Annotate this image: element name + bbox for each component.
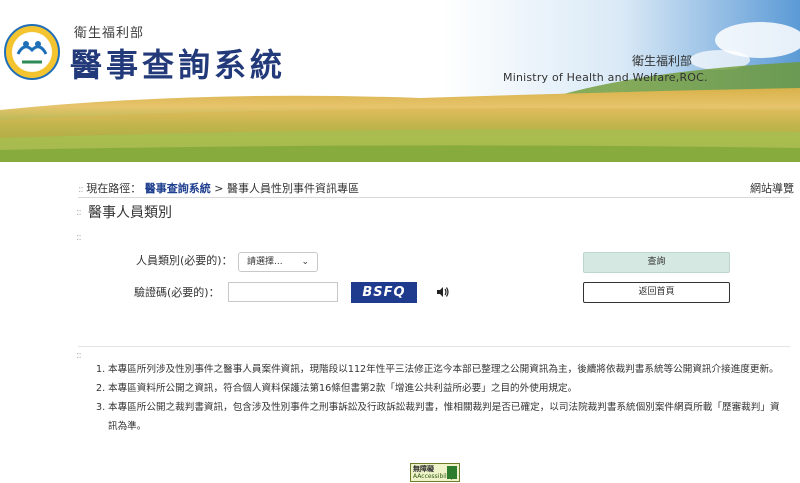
ministry-name-english: Ministry of Health and Welfare,ROC. (503, 71, 708, 84)
notes-list: 1. 本專區所列涉及性別事件之醫事人員案件資訊，現階段以112年性平三法修正迄今… (96, 360, 786, 436)
page-title: 醫事人員類別 (88, 205, 172, 221)
bullet-dots: :: (76, 232, 82, 243)
accessibility-mark-icon (447, 466, 457, 479)
speaker-icon[interactable] (436, 286, 450, 298)
divider (78, 197, 790, 198)
note-number: 3. (96, 402, 106, 413)
note-item: 3. 本專區所公開之裁判書資訊，包含涉及性別事件之刑事訴訟及行政訴訟裁判書，惟相… (96, 398, 786, 436)
captcha-code-label: 驗證碼(必要的)： (134, 286, 220, 299)
personnel-type-selected: 請選擇... (247, 257, 283, 267)
note-number: 1. (96, 364, 106, 375)
bullet-dots: :: (78, 184, 84, 195)
divider (78, 346, 790, 347)
note-text: 本專區所列涉及性別事件之醫事人員案件資訊，現階段以112年性平三法修正迄今本部已… (108, 364, 779, 375)
system-title[interactable]: 醫事查詢系統 (70, 40, 286, 86)
personnel-type-label: 人員類別(必要的)： (136, 254, 233, 267)
note-number: 2. (96, 383, 106, 394)
ministry-name-right: 衛生福利部 (632, 54, 693, 68)
bullet-dots: :: (76, 350, 82, 361)
breadcrumb-current: 醫事人員性別事件資訊專區 (226, 182, 359, 195)
site-header: 衛生福利部 醫事查詢系統 衛生福利部 Ministry of Health an… (0, 0, 800, 162)
note-text: 本專區所公開之裁判書資訊，包含涉及性別事件之刑事訴訟及行政訴訟裁判書，惟相關裁判… (108, 402, 780, 432)
note-item: 2. 本專區資料所公開之資訊，符合個人資料保護法第16條但書第2款「增進公共利益… (96, 379, 786, 398)
captcha-image: BSFQ (351, 282, 417, 303)
chevron-down-icon: ⌄ (301, 257, 309, 267)
bullet-dots: :: (76, 207, 82, 218)
note-text: 本專區資料所公開之資訊，符合個人資料保護法第16條但書第2款「增進公共利益所必要… (108, 383, 578, 394)
note-item: 1. 本專區所列涉及性別事件之醫事人員案件資訊，現階段以112年性平三法修正迄今… (96, 360, 786, 379)
breadcrumb: :: 現在路徑： 醫事查詢系統 > 醫事人員性別事件資訊專區 (78, 180, 359, 196)
captcha-code-input[interactable] (228, 282, 338, 302)
accessibility-badge[interactable]: 無障礙 AAccessibility (410, 463, 460, 482)
personnel-type-select[interactable]: 請選擇... ⌄ (238, 252, 318, 272)
breadcrumb-link-home[interactable]: 醫事查詢系統 (145, 182, 211, 195)
query-button[interactable]: 查詢 (583, 252, 730, 273)
breadcrumb-separator: > (214, 182, 224, 195)
sitemap-link[interactable]: 網站導覽 (750, 180, 794, 196)
ministry-logo-icon[interactable] (4, 24, 60, 80)
breadcrumb-prefix: 現在路徑： (86, 182, 142, 195)
ministry-name-small: 衛生福利部 (74, 26, 145, 41)
return-home-button[interactable]: 返回首頁 (583, 282, 730, 303)
